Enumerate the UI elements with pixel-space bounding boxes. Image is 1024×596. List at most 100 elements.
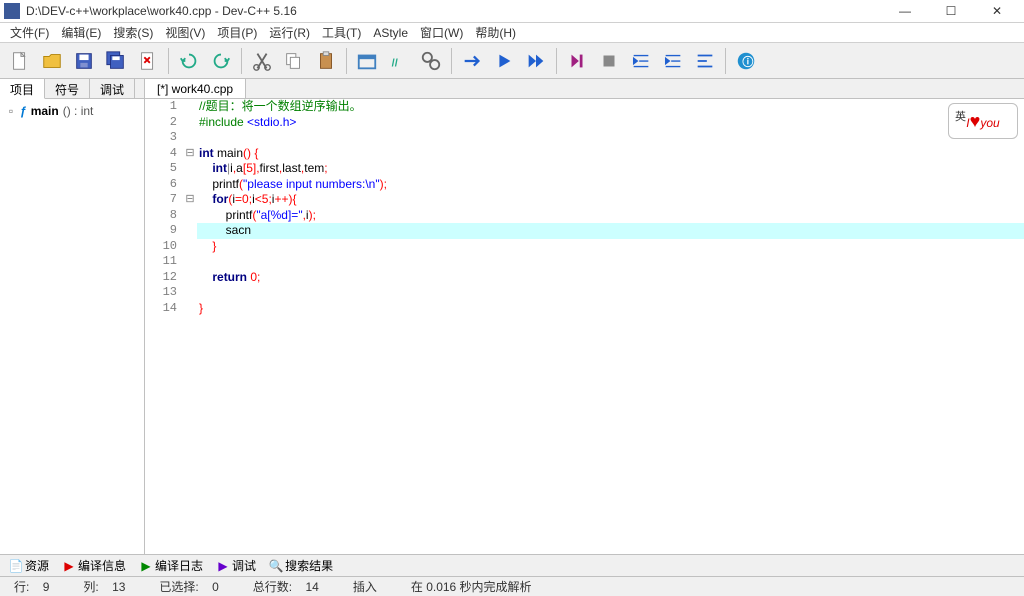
editor-tabs: [*] work40.cpp — [145, 79, 1024, 99]
status-insert-mode: 插入 — [345, 578, 385, 595]
bottom-panel-tabs: 📄资源▶编译信息▶编译日志▶调试🔍搜索结果 — [0, 554, 1024, 576]
editor-tab-label: [*] work40.cpp — [157, 82, 233, 96]
side-tab-2[interactable]: 调试 — [90, 79, 135, 98]
code-line-4[interactable]: int main() { — [197, 146, 1024, 162]
save-all-button[interactable] — [101, 46, 131, 76]
function-icon: ƒ — [20, 104, 27, 118]
paste-button[interactable] — [311, 46, 341, 76]
side-tab-0[interactable]: 项目 — [0, 79, 45, 99]
title-bar: D:\DEV-c++\workplace\work40.cpp - Dev-C+… — [0, 0, 1024, 23]
copy-button[interactable] — [279, 46, 309, 76]
status-bar: 行: 9 列: 13 已选择: 0 总行数: 14 插入 在 0.016 秒内完… — [0, 576, 1024, 596]
run-button[interactable] — [489, 46, 519, 76]
menu-item-0[interactable]: 文件(F) — [4, 22, 55, 43]
menu-item-4[interactable]: 项目(P) — [211, 22, 263, 43]
code-content[interactable]: //题目：将一个数组逆序输出。#include <stdio.h> int mai… — [197, 99, 1024, 554]
ime-indicator: 英 — [955, 108, 966, 124]
window-controls: — ☐ ✕ — [882, 0, 1020, 23]
indent-button[interactable] — [658, 46, 688, 76]
menu-item-7[interactable]: AStyle — [367, 24, 414, 42]
status-selected: 已选择: 0 — [151, 578, 226, 595]
svg-text://: // — [392, 57, 398, 69]
cut-button[interactable] — [247, 46, 277, 76]
bottom-tab-label: 编译信息 — [78, 557, 126, 574]
fold-gutter[interactable] — [183, 99, 197, 554]
menu-item-9[interactable]: 帮助(H) — [469, 22, 522, 43]
status-line: 行: 9 — [6, 578, 57, 595]
menu-item-6[interactable]: 工具(T) — [316, 22, 367, 43]
goto-button[interactable] — [457, 46, 487, 76]
bottom-tab-label: 编译日志 — [155, 557, 203, 574]
close-file-button[interactable] — [133, 46, 163, 76]
code-line-11[interactable] — [197, 254, 1024, 270]
outdent-button[interactable] — [626, 46, 656, 76]
menu-item-5[interactable]: 运行(R) — [263, 22, 316, 43]
project-button[interactable] — [352, 46, 382, 76]
status-col: 列: 13 — [75, 578, 133, 595]
compile-run-button[interactable] — [521, 46, 551, 76]
side-tab-1[interactable]: 符号 — [45, 79, 90, 98]
code-line-2[interactable]: #include <stdio.h> — [197, 115, 1024, 131]
window-title: D:\DEV-c++\workplace\work40.cpp - Dev-C+… — [26, 4, 882, 18]
editor-area: [*] work40.cpp 1234567891011121314 //题目：… — [145, 79, 1024, 554]
code-line-3[interactable] — [197, 130, 1024, 146]
menu-item-1[interactable]: 编辑(E) — [55, 22, 107, 43]
main-area: 项目符号调试 ▫ ƒ main () : int [*] work40.cpp … — [0, 79, 1024, 554]
status-parse-time: 在 0.016 秒内完成解析 — [403, 578, 540, 595]
tree-node-main[interactable]: ▫ ƒ main () : int — [4, 103, 140, 119]
close-button[interactable]: ✕ — [974, 0, 1020, 23]
minimize-button[interactable]: — — [882, 0, 928, 23]
open-file-button[interactable] — [37, 46, 67, 76]
stop-button[interactable] — [594, 46, 624, 76]
editor-tab-work40[interactable]: [*] work40.cpp — [145, 79, 246, 98]
code-line-8[interactable]: printf("a[%d]=",i); — [197, 208, 1024, 224]
toolbar-separator — [556, 48, 557, 74]
bottom-tab-3[interactable]: ▶调试 — [211, 555, 262, 576]
code-line-1[interactable]: //题目：将一个数组逆序输出。 — [197, 99, 1024, 115]
bottom-tab-label: 搜索结果 — [285, 557, 333, 574]
bottom-tab-1[interactable]: ▶编译信息 — [57, 555, 132, 576]
bottom-tab-label: 调试 — [232, 557, 256, 574]
bottom-tab-0[interactable]: 📄资源 — [4, 555, 55, 576]
watermark-text: I♥you — [966, 111, 999, 132]
menu-item-8[interactable]: 窗口(W) — [414, 22, 469, 43]
redo-button[interactable] — [206, 46, 236, 76]
toolbar-separator — [346, 48, 347, 74]
code-editor[interactable]: 1234567891011121314 //题目：将一个数组逆序输出。#incl… — [145, 99, 1024, 554]
tree-expand-icon[interactable]: ▫ — [6, 104, 16, 118]
side-panel: 项目符号调试 ▫ ƒ main () : int — [0, 79, 145, 554]
toolbar: // ⓘ — [0, 43, 1024, 79]
bottom-tab-icon: ▶ — [63, 560, 75, 572]
code-line-10[interactable]: } — [197, 239, 1024, 255]
menu-item-2[interactable]: 搜索(S) — [107, 22, 159, 43]
code-line-12[interactable]: return 0; — [197, 270, 1024, 286]
code-line-13[interactable] — [197, 285, 1024, 301]
status-total-lines: 总行数: 14 — [245, 578, 327, 595]
bottom-tab-icon: 🔍 — [270, 560, 282, 572]
toolbar-separator — [451, 48, 452, 74]
step-button[interactable] — [562, 46, 592, 76]
code-line-6[interactable]: printf("please input numbers:\n"); — [197, 177, 1024, 193]
bottom-tab-icon: ▶ — [140, 560, 152, 572]
menu-item-3[interactable]: 视图(V) — [159, 22, 211, 43]
line-number-gutter: 1234567891011121314 — [145, 99, 183, 554]
toolbar-separator — [168, 48, 169, 74]
bottom-tab-2[interactable]: ▶编译日志 — [134, 555, 209, 576]
new-file-button[interactable] — [5, 46, 35, 76]
find-button[interactable] — [416, 46, 446, 76]
code-line-14[interactable]: } — [197, 301, 1024, 317]
code-line-9[interactable]: sacn — [197, 223, 1024, 239]
help-button[interactable]: ⓘ — [731, 46, 761, 76]
code-line-7[interactable]: for(i=0;i<5;i++){ — [197, 192, 1024, 208]
format-button[interactable] — [690, 46, 720, 76]
save-button[interactable] — [69, 46, 99, 76]
side-tabs: 项目符号调试 — [0, 79, 144, 99]
bottom-tab-4[interactable]: 🔍搜索结果 — [264, 555, 339, 576]
class-browser[interactable]: ▫ ƒ main () : int — [0, 99, 144, 554]
maximize-button[interactable]: ☐ — [928, 0, 974, 23]
code-line-5[interactable]: int|i,a[5],first,last,tem; — [197, 161, 1024, 177]
comment-button[interactable]: // — [384, 46, 414, 76]
tree-fn-signature: () : int — [63, 104, 94, 118]
bottom-tab-icon: ▶ — [217, 560, 229, 572]
undo-button[interactable] — [174, 46, 204, 76]
